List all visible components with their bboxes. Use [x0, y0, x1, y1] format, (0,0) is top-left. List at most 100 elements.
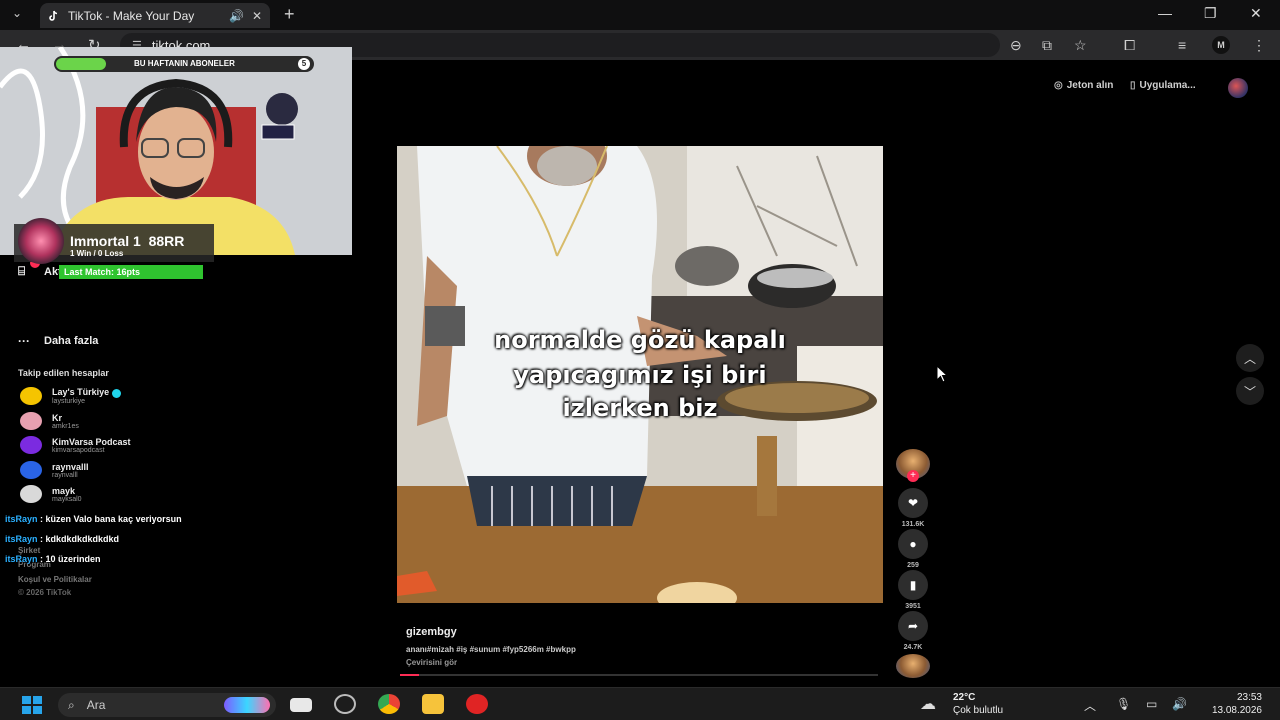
show-hidden-icons-chevron-up-icon[interactable]: ︿ — [1084, 697, 1096, 714]
video-progress-fill — [400, 674, 420, 676]
browser-tab[interactable]: TikTok - Make Your Day 🔊 ✕ — [40, 3, 270, 28]
footer-terms-link[interactable]: Koşul ve Politikalar — [18, 575, 92, 584]
account-handle: kimvarsapodcast — [52, 446, 105, 454]
tab-search-icon[interactable]: ⌄ — [12, 6, 22, 20]
chat-username: itsRayn — [5, 514, 38, 524]
taskbar-search[interactable]: ⌕ Ara — [58, 693, 276, 717]
share-icon[interactable]: ➦ — [898, 611, 928, 641]
video-caption-line: izlerken biz — [562, 394, 718, 422]
extensions-icon[interactable]: ⧠ — [1124, 37, 1135, 54]
tab-audio-icon[interactable]: 🔊 — [229, 9, 244, 23]
video-author[interactable]: gizembgy — [406, 626, 457, 638]
zoom-icon[interactable]: ⊖ — [1010, 37, 1022, 54]
video-player[interactable]: normalde gözü kapalı yapıcagımız işi bir… — [397, 146, 883, 603]
weather-description: Çok bulutlu — [953, 705, 1004, 716]
like-count: 131.6K — [901, 521, 925, 528]
chat-text: : 10 üzerinden — [40, 554, 101, 564]
coin-icon: ◎ — [1054, 80, 1063, 91]
follow-plus-icon[interactable]: + — [907, 470, 919, 482]
restore-icon[interactable]: ❐ — [1204, 5, 1217, 22]
chat-message: itsRayn : kdkdkdkdkdkdkd — [5, 534, 119, 544]
save-action[interactable]: ▮ 3951 — [896, 570, 930, 610]
minimize-icon[interactable]: — — [1158, 5, 1172, 21]
microphone-icon[interactable]: 🎙 — [1116, 697, 1131, 711]
profile-avatar-icon[interactable]: M — [1212, 36, 1230, 54]
volume-icon[interactable]: 🔊 — [1172, 697, 1187, 711]
heart-icon[interactable]: ❤ — [898, 488, 928, 518]
share-action[interactable]: ➦ 24.7K — [896, 611, 930, 651]
get-app-label: Uygulama... — [1139, 80, 1196, 91]
comment-icon[interactable]: ● — [898, 529, 928, 559]
share-count: 24.7K — [903, 644, 923, 651]
chat-message: itsRayn : küzen Valo bana kaç veriyorsun — [5, 514, 182, 524]
taskbar-search-placeholder: Ara — [86, 698, 106, 712]
cast-icon[interactable]: ⧉ — [1042, 37, 1052, 54]
app-icon: ▯ — [1130, 80, 1136, 91]
see-translation-link[interactable]: Çevirisini gör — [406, 658, 457, 667]
following-account-item[interactable]: mayk mayksal0 — [20, 485, 82, 503]
user-avatar[interactable] — [1228, 78, 1248, 98]
rank-name: Immortal 1 88RR — [70, 233, 184, 249]
video-caption-line: yapıcagımız işi biri — [513, 361, 767, 389]
comment-action[interactable]: ● 259 — [896, 529, 930, 569]
account-avatar — [20, 461, 42, 479]
chat-username: itsRayn — [5, 534, 38, 544]
account-avatar — [20, 485, 42, 503]
new-tab-plus-icon[interactable]: + — [284, 4, 295, 25]
recording-app-icon[interactable] — [466, 694, 488, 714]
media-controls-icon[interactable]: ≡ — [1178, 37, 1186, 53]
account-avatar — [20, 412, 42, 430]
following-account-item[interactable]: KimVarsa Podcast kimvarsapodcast — [20, 436, 131, 454]
video-progress-bar[interactable] — [400, 674, 878, 676]
close-window-icon[interactable]: ✕ — [1250, 5, 1262, 22]
rank-rr: 88RR — [148, 233, 185, 249]
music-disc-avatar[interactable] — [896, 654, 930, 678]
account-name: Kr — [52, 412, 63, 423]
browser-menu-icon[interactable]: ⋮ — [1252, 37, 1266, 54]
subscriber-goal-bar: BU HAFTANIN ABONELER 5 — [54, 56, 314, 72]
weather-temperature: 22°C — [953, 692, 976, 703]
task-view-icon[interactable] — [290, 698, 312, 712]
account-handle: mayksal0 — [52, 495, 82, 503]
windows-taskbar: ⌕ Ara ☁ 22°C Çok bulutlu ︿ 🎙 ▭ 🔊 23:53 1… — [0, 687, 1280, 720]
windows-start-icon[interactable] — [22, 696, 42, 714]
following-account-item[interactable]: Lay's Türkiye laysturkiye — [20, 387, 122, 405]
file-explorer-icon[interactable] — [422, 694, 444, 714]
rank-record: 1 Win / 0 Loss — [70, 249, 124, 258]
chrome-icon[interactable] — [378, 694, 400, 714]
bookmark-star-icon[interactable]: ☆ — [1074, 37, 1087, 54]
weather-cloud-icon[interactable]: ☁ — [920, 694, 936, 714]
browser-tab-bar: ⌄ TikTok - Make Your Day 🔊 ✕ + — ❐ ✕ — [0, 0, 1280, 30]
account-handle: amkr1es — [52, 422, 79, 430]
get-app-button[interactable]: ▯ Uygulama... — [1130, 80, 1196, 91]
get-coins-label: Jeton alın — [1066, 80, 1114, 91]
following-account-item[interactable]: raynvalll raynvalll — [20, 461, 89, 479]
video-description: ananı#mizah #iş #sunum #fyp5266m #bwkpp — [406, 645, 576, 654]
subscriber-goal-count: 5 — [298, 58, 310, 70]
account-avatar — [20, 436, 42, 454]
following-account-item[interactable]: Kr amkr1es — [20, 412, 79, 430]
account-name: Lay's Türkiye — [52, 387, 110, 398]
network-icon[interactable]: ▭ — [1146, 697, 1157, 711]
next-video-chevron-down-icon[interactable]: ﹀ — [1236, 377, 1264, 405]
taskbar-date[interactable]: 13.08.2026 — [1204, 705, 1262, 716]
app-icon[interactable] — [334, 694, 356, 714]
immortal-rank-icon — [18, 218, 64, 264]
tiktok-favicon-icon — [49, 10, 58, 21]
previous-video-chevron-up-icon[interactable]: ︿ — [1236, 344, 1264, 372]
sidebar-item-more[interactable]: ··· Daha fazla — [18, 334, 98, 348]
search-highlight-icon — [224, 697, 270, 713]
get-coins-button[interactable]: ◎ Jeton alın — [1054, 80, 1113, 91]
bookmark-icon[interactable]: ▮ — [898, 570, 928, 600]
inbox-icon: ⌸ — [18, 258, 40, 279]
like-action[interactable]: ❤ 131.6K — [896, 488, 930, 528]
save-count: 3951 — [905, 603, 921, 610]
account-avatar — [20, 387, 42, 405]
tab-close-icon[interactable]: ✕ — [252, 9, 262, 23]
rank-tier: Immortal 1 — [70, 233, 141, 249]
chat-text: : küzen Valo bana kaç veriyorsun — [40, 514, 182, 524]
mouse-cursor-icon — [936, 365, 948, 383]
following-accounts-heading: Takip edilen hesaplar — [18, 368, 109, 378]
taskbar-time[interactable]: 23:53 — [1204, 692, 1262, 703]
video-caption-line: normalde gözü kapalı — [494, 326, 786, 354]
